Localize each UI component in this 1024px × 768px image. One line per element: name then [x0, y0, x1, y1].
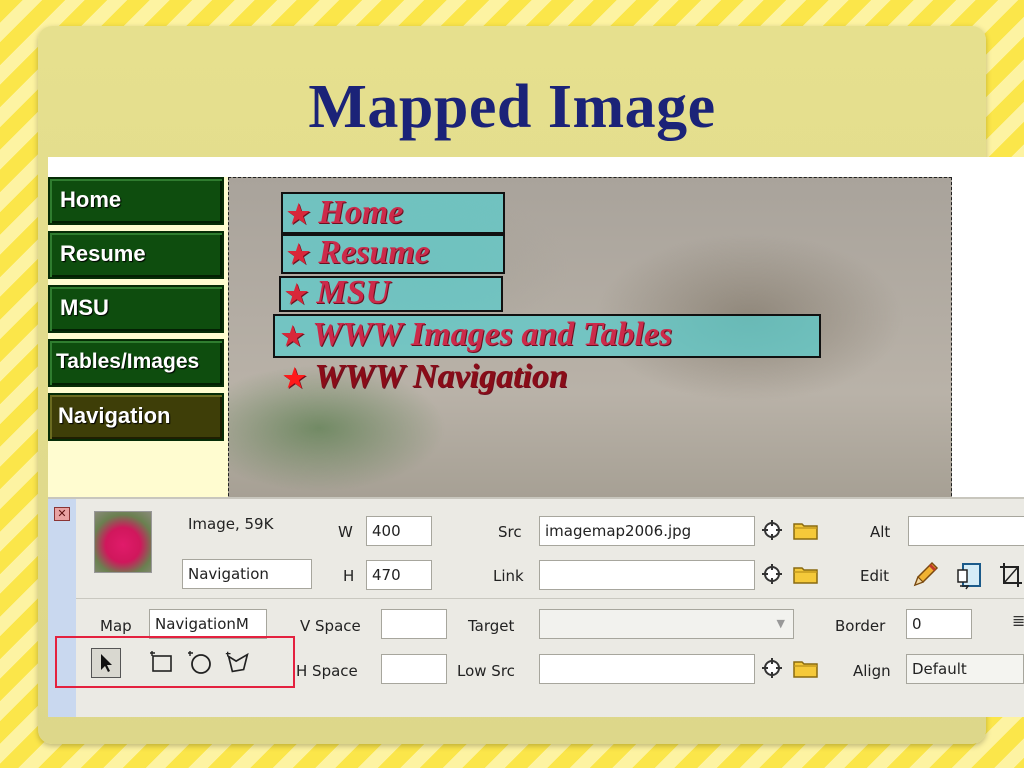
align-label: Align [853, 662, 891, 680]
chevron-down-icon: ▼ [776, 617, 785, 630]
image-type-size: Image, 59K [188, 515, 274, 533]
current-page-label: ★ WWW Navigation [283, 358, 568, 395]
image-thumbnail [94, 511, 152, 573]
link-field[interactable] [539, 560, 755, 590]
folder-icon[interactable] [792, 563, 820, 585]
slide-title: Mapped Image [308, 73, 716, 141]
hotspot-label-msu: ★ MSU [285, 274, 391, 311]
hspace-field[interactable] [381, 654, 447, 684]
target-label: Target [468, 617, 515, 635]
vspace-field[interactable] [381, 609, 447, 639]
star-icon: ★ [287, 200, 311, 229]
hotspot-tools-highlight [55, 636, 295, 688]
star-icon: ★ [283, 364, 307, 393]
panel-divider [76, 598, 1024, 599]
border-field[interactable]: 0 [906, 609, 972, 639]
oval-hotspot-icon[interactable] [185, 648, 215, 678]
src-label: Src [498, 523, 522, 541]
pointer-hotspot-icon [101, 654, 112, 672]
image-name-field[interactable]: Navigation [182, 559, 312, 589]
map-label: Map [100, 617, 132, 635]
dreamweaver-screenshot: Home Resume MSU Tables/Images Navigation… [48, 157, 1024, 717]
vspace-label: V Space [300, 617, 361, 635]
pointer-hotspot-tool[interactable] [91, 648, 121, 678]
nav-button-msu[interactable]: MSU [48, 285, 224, 333]
nav-button-tables-images[interactable]: Tables/Images [48, 339, 224, 387]
crosshair-icon[interactable] [760, 562, 784, 586]
src-field[interactable]: imagemap2006.jpg [539, 516, 755, 546]
edit-label: Edit [860, 567, 890, 585]
hotspot-label-images-tables: ★ WWW Images and Tables [281, 316, 673, 353]
crosshair-icon[interactable] [760, 518, 784, 542]
link-label: Link [493, 567, 524, 585]
crosshair-icon[interactable] [760, 656, 784, 680]
width-field[interactable]: 400 [366, 516, 432, 546]
map-name-field[interactable]: NavigationM [149, 609, 267, 639]
pencil-icon[interactable] [910, 560, 940, 590]
lowsrc-field[interactable] [539, 654, 755, 684]
star-icon: ★ [287, 240, 311, 269]
alt-label: Alt [870, 523, 891, 541]
nav-button-resume[interactable]: Resume [48, 231, 224, 279]
hotspot-label-home: ★ Home [287, 194, 404, 231]
property-inspector: ✕ Image, 59K Navigation W 400 H 470 Src … [48, 497, 1024, 717]
star-icon: ★ [285, 280, 309, 309]
border-label: Border [835, 617, 886, 635]
hotspot-label-resume: ★ Resume [287, 234, 430, 271]
alt-field[interactable] [908, 516, 1024, 546]
hspace-label: H Space [296, 662, 358, 680]
optimize-icon[interactable] [954, 560, 986, 592]
width-label: W [338, 523, 353, 541]
nav-column: Home Resume MSU Tables/Images Navigation [48, 177, 228, 497]
star-icon: ★ [281, 322, 305, 351]
close-icon[interactable]: ✕ [54, 507, 70, 521]
lowsrc-label: Low Src [457, 662, 515, 680]
crop-icon[interactable] [998, 561, 1024, 591]
folder-icon[interactable] [792, 519, 820, 541]
folder-icon[interactable] [792, 657, 820, 679]
polygon-hotspot-icon[interactable] [223, 648, 253, 678]
align-select[interactable]: Default [906, 654, 1024, 684]
list-icon[interactable]: ≣ [1012, 611, 1024, 630]
nav-button-home[interactable]: Home [48, 177, 224, 225]
nav-button-navigation[interactable]: Navigation [48, 393, 224, 441]
height-field[interactable]: 470 [366, 560, 432, 590]
target-select[interactable]: ▼ [539, 609, 794, 639]
height-label: H [343, 567, 355, 585]
rectangle-hotspot-icon[interactable] [147, 648, 177, 678]
